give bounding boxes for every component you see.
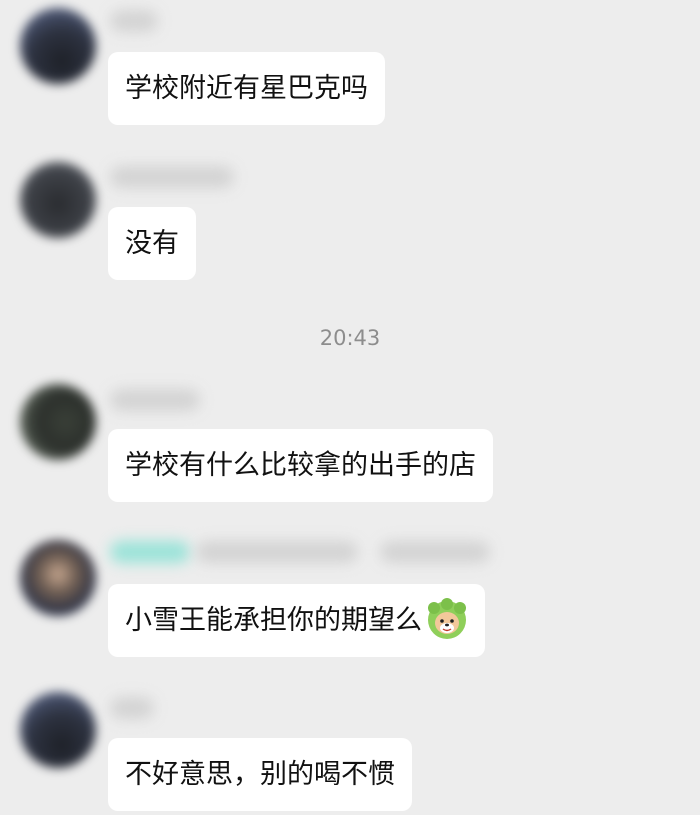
chat-window: 学校附近有星巴克吗 没有 20:43 学校有什么比较拿的出手的店 小雪王能承担你 [0,0,700,815]
sender-name-blurred[interactable] [196,541,358,563]
sender-name-blurred[interactable] [110,697,154,719]
message-bubble[interactable]: 学校有什么比较拿的出手的店 [108,429,493,502]
message-text: 学校有什么比较拿的出手的店 [125,450,476,481]
message-text: 小雪王能承担你的期望么 [125,605,422,636]
sender-name-blurred[interactable] [380,541,490,563]
message-text: 学校附近有星巴克吗 [125,73,368,104]
timestamp: 20:43 [319,326,381,350]
avatar[interactable] [20,8,96,84]
sender-name-tag-blurred[interactable] [110,541,190,563]
avatar[interactable] [20,162,96,238]
message-text: 不好意思，别的喝不惯 [125,759,395,790]
message-bubble[interactable]: 没有 [108,207,196,280]
sender-name-blurred[interactable] [110,166,234,188]
avatar[interactable] [20,692,96,768]
message-bubble[interactable]: 小雪王能承担你的期望么 [108,584,485,657]
sender-name-blurred[interactable] [110,389,200,411]
sender-name-blurred[interactable] [110,10,158,32]
green-hooded-dog-emoji-icon [428,597,466,639]
message-bubble[interactable]: 学校附近有星巴克吗 [108,52,385,125]
message-text: 没有 [125,228,179,259]
avatar[interactable] [20,384,96,460]
avatar[interactable] [20,540,96,616]
message-bubble[interactable]: 不好意思，别的喝不惯 [108,738,412,811]
